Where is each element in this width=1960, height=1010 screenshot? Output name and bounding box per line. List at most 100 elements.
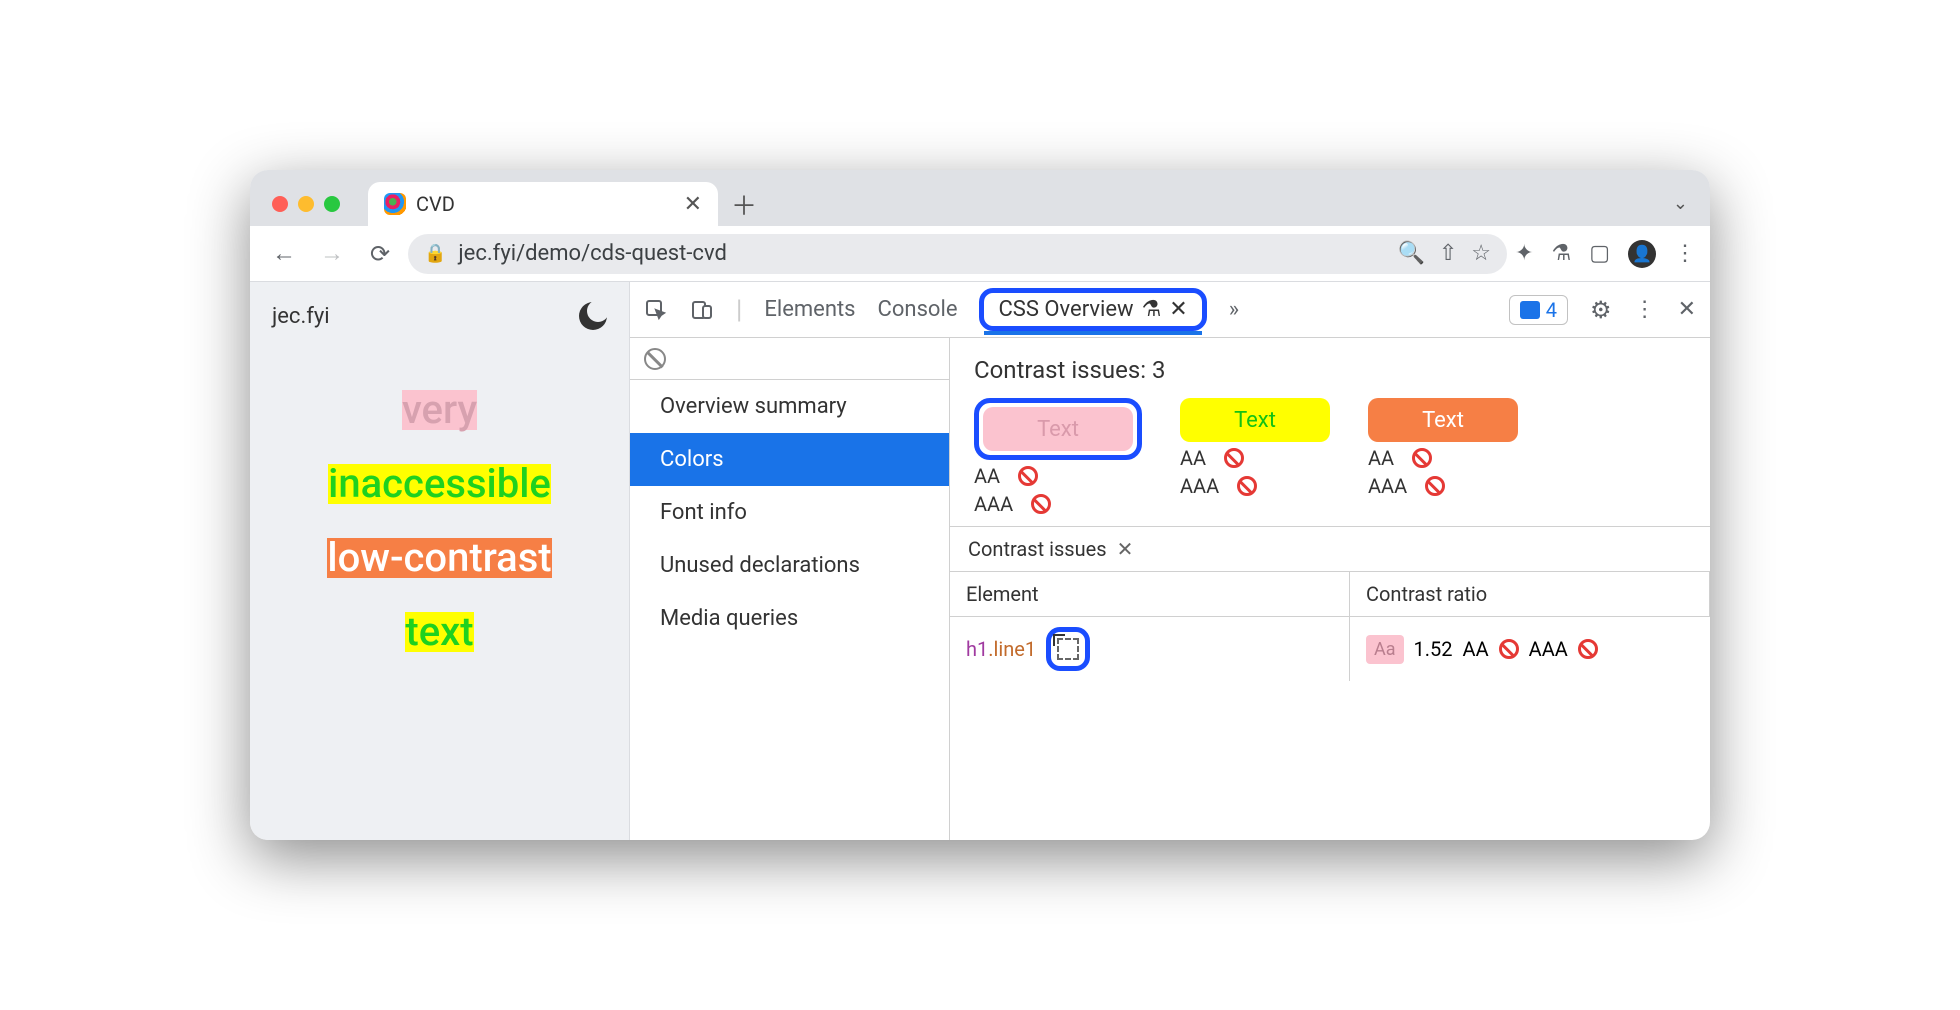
aa-label: AA bbox=[974, 464, 1000, 488]
minimize-window-icon[interactable] bbox=[298, 196, 314, 212]
contrast-issues-section: Contrast issues: 3 Text AA AAA bbox=[950, 338, 1710, 526]
contrast-swatch[interactable]: Text bbox=[1180, 398, 1330, 442]
messages-button[interactable]: 4 bbox=[1509, 295, 1568, 325]
contrast-swatch[interactable]: Text bbox=[1368, 398, 1518, 442]
level-aaa: AAA bbox=[1180, 474, 1330, 498]
more-tabs-icon[interactable]: » bbox=[1229, 297, 1239, 322]
fail-icon bbox=[1237, 476, 1257, 496]
settings-icon[interactable]: ⚙ bbox=[1590, 296, 1612, 324]
table-row-ratio: Aa 1.52 AA AAA bbox=[1350, 617, 1710, 681]
level-aa: AA bbox=[1180, 446, 1330, 470]
inspect-element-icon[interactable] bbox=[644, 298, 668, 322]
menu-icon[interactable]: ⋮ bbox=[1674, 241, 1696, 266]
ratio-aaa-label: AAA bbox=[1529, 637, 1568, 661]
css-overview-main: Contrast issues: 3 Text AA AAA bbox=[950, 338, 1710, 840]
contrast-table: Element Contrast ratio h1.line1 Aa bbox=[950, 572, 1710, 681]
hover-element-icon[interactable] bbox=[1057, 638, 1079, 660]
zoom-icon[interactable]: 🔍 bbox=[1397, 241, 1424, 266]
aa-label: AA bbox=[1368, 446, 1394, 470]
close-panel-icon[interactable]: ✕ bbox=[1169, 297, 1187, 322]
forward-button[interactable]: → bbox=[312, 234, 352, 274]
tab-elements[interactable]: Elements bbox=[764, 297, 855, 322]
site-label: jec.fyi bbox=[272, 304, 330, 329]
page-body: very inaccessible low-contrast text bbox=[272, 360, 607, 820]
browser-toolbar: ← → ⟳ 🔒 jec.fyi/demo/cds-quest-cvd 🔍 ⇧ ☆… bbox=[250, 226, 1710, 282]
close-subtab-icon[interactable]: ✕ bbox=[1117, 537, 1134, 561]
element-class: .line1 bbox=[988, 637, 1036, 661]
ratio-aa-label: AA bbox=[1463, 637, 1489, 661]
col-element[interactable]: Element bbox=[950, 572, 1350, 617]
toolbar-icons: ✦ ⚗ ▢ 👤 ⋮ bbox=[1515, 240, 1696, 268]
contrast-title-prefix: Contrast issues: bbox=[974, 356, 1152, 384]
new-tab-button[interactable]: ＋ bbox=[726, 186, 762, 222]
share-icon[interactable]: ⇧ bbox=[1439, 241, 1457, 266]
sidebar-item-summary[interactable]: Overview summary bbox=[630, 380, 949, 433]
page-header: jec.fyi bbox=[272, 302, 607, 330]
close-tab-icon[interactable]: ✕ bbox=[684, 192, 702, 217]
col-ratio[interactable]: Contrast ratio bbox=[1350, 572, 1710, 617]
tab-strip: CVD ✕ ＋ ⌄ bbox=[250, 170, 1710, 226]
aaa-label: AAA bbox=[1180, 474, 1219, 498]
css-overview-sidebar: Overview summary Colors Font info Unused… bbox=[630, 338, 950, 840]
maximize-window-icon[interactable] bbox=[324, 196, 340, 212]
element-tag: h1 bbox=[966, 637, 988, 661]
subtab-contrast-issues[interactable]: Contrast issues bbox=[968, 537, 1107, 561]
sidebar-item-unused[interactable]: Unused declarations bbox=[630, 539, 949, 592]
back-button[interactable]: ← bbox=[264, 234, 304, 274]
labs-icon[interactable]: ⚗ bbox=[1551, 241, 1571, 266]
hover-highlight-ring bbox=[1046, 627, 1090, 671]
url-text: jec.fyi/demo/cds-quest-cvd bbox=[458, 241, 726, 266]
devtools-body: Overview summary Colors Font info Unused… bbox=[630, 338, 1710, 840]
contrast-swatch-col: Text AA AAA bbox=[1180, 398, 1330, 516]
aa-label: AA bbox=[1180, 446, 1206, 470]
window-controls bbox=[272, 196, 340, 212]
contrast-swatches: Text AA AAA Text AA AAA Tex bbox=[974, 398, 1686, 516]
subpanel-tabs: Contrast issues ✕ bbox=[950, 526, 1710, 572]
messages-count: 4 bbox=[1546, 298, 1557, 322]
separator: | bbox=[736, 295, 742, 325]
omnibox-actions: 🔍 ⇧ ☆ bbox=[1397, 241, 1491, 266]
close-devtools-icon[interactable]: ✕ bbox=[1678, 297, 1696, 322]
contrast-swatch-col: Text AA AAA bbox=[974, 398, 1142, 516]
devtools-tabbar: | Elements Console CSS Overview ⚗ ✕ » 4 … bbox=[630, 282, 1710, 338]
tab-console[interactable]: Console bbox=[878, 297, 958, 322]
browser-tab[interactable]: CVD ✕ bbox=[368, 182, 718, 226]
sidepanel-icon[interactable]: ▢ bbox=[1589, 241, 1610, 266]
reload-button[interactable]: ⟳ bbox=[360, 234, 400, 274]
address-bar[interactable]: 🔒 jec.fyi/demo/cds-quest-cvd 🔍 ⇧ ☆ bbox=[408, 234, 1507, 274]
level-aa: AA bbox=[1368, 446, 1518, 470]
selected-swatch-ring: Text bbox=[974, 398, 1142, 460]
dark-mode-icon[interactable] bbox=[579, 302, 607, 330]
tab-title: CVD bbox=[416, 192, 455, 216]
demo-word: text bbox=[405, 612, 473, 652]
browser-window: CVD ✕ ＋ ⌄ ← → ⟳ 🔒 jec.fyi/demo/cds-quest… bbox=[250, 170, 1710, 840]
sidebar-item-colors[interactable]: Colors bbox=[630, 433, 949, 486]
table-row-element[interactable]: h1.line1 bbox=[950, 617, 1350, 681]
devtools-panel: | Elements Console CSS Overview ⚗ ✕ » 4 … bbox=[630, 282, 1710, 840]
sidebar-item-font[interactable]: Font info bbox=[630, 486, 949, 539]
fail-icon bbox=[1499, 639, 1519, 659]
fail-icon bbox=[1224, 448, 1244, 468]
contrast-count: 3 bbox=[1152, 356, 1166, 384]
bookmark-icon[interactable]: ☆ bbox=[1471, 241, 1491, 266]
tabs-dropdown-icon[interactable]: ⌄ bbox=[1665, 193, 1696, 214]
level-aa: AA bbox=[974, 464, 1142, 488]
profile-avatar[interactable]: 👤 bbox=[1628, 240, 1656, 268]
fail-icon bbox=[1031, 494, 1051, 514]
ratio-badge: Aa bbox=[1366, 635, 1404, 664]
fail-icon bbox=[1412, 448, 1432, 468]
sidebar-item-media[interactable]: Media queries bbox=[630, 592, 949, 645]
clear-icon[interactable] bbox=[644, 348, 666, 370]
sidebar-nav: Overview summary Colors Font info Unused… bbox=[630, 380, 949, 645]
message-icon bbox=[1520, 301, 1540, 319]
demo-word: very bbox=[402, 390, 477, 430]
contrast-issues-title: Contrast issues: 3 bbox=[974, 356, 1686, 384]
level-aaa: AAA bbox=[974, 492, 1142, 516]
kebab-menu-icon[interactable]: ⋮ bbox=[1634, 297, 1656, 322]
contrast-swatch[interactable]: Text bbox=[983, 407, 1133, 451]
extensions-icon[interactable]: ✦ bbox=[1515, 241, 1533, 266]
device-toolbar-icon[interactable] bbox=[690, 298, 714, 322]
aaa-label: AAA bbox=[974, 492, 1013, 516]
tab-css-overview[interactable]: CSS Overview ⚗ ✕ bbox=[979, 288, 1206, 331]
close-window-icon[interactable] bbox=[272, 196, 288, 212]
